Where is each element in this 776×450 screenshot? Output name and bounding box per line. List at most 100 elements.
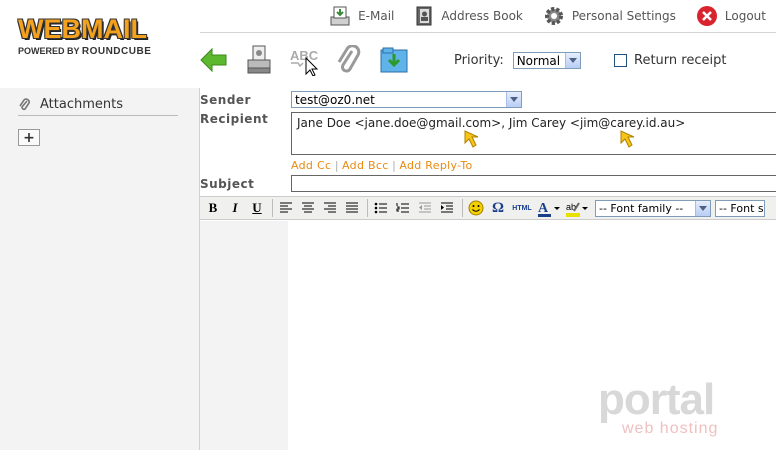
priority-label: Priority: [454,53,504,68]
nav-address-book[interactable]: Address Book [414,6,523,26]
send-button[interactable] [243,44,275,76]
font-family-value: -- Font family -- [599,201,684,215]
svg-text:A: A [538,201,549,216]
svg-text:ABC: ABC [290,48,319,63]
nav-logout[interactable]: Logout [696,5,766,27]
text-color-button[interactable]: A [536,198,562,218]
editor-left-panel [200,221,288,450]
attachments-divider [18,115,178,116]
attachments-label: Attachments [40,97,123,112]
indent-button[interactable] [437,198,457,218]
background-color-button[interactable]: ab [564,198,590,218]
spellcheck-icon: ABC [290,48,319,76]
sender-value: test@oz0.net [295,92,375,107]
chevron-down-icon [506,92,521,107]
return-receipt-control: Return receipt [614,53,726,68]
priority-control: Priority: Normal [454,52,581,69]
save-button[interactable] [378,44,410,76]
compose-toolbar: ABC [198,42,423,78]
link-separator: | [334,159,339,172]
text-color-icon: A [538,201,560,217]
nav-personal-settings-label: Personal Settings [571,9,676,23]
chevron-down-icon [564,53,580,68]
add-bcc-link[interactable]: Add Bcc [342,159,389,172]
pointer-hint-icon [620,130,635,148]
add-attachment-button[interactable]: + [18,129,40,146]
watermark-brand: portal [598,375,715,424]
gear-icon [544,7,563,25]
html-source-button[interactable]: HTML [510,198,534,218]
smiley-icon [468,200,484,216]
webmail-logo: WEBMAIL POWERED BY ROUNDCUBE [18,14,183,64]
font-size-value: -- Font s [719,201,764,215]
paperclip-icon [19,97,30,110]
subject-label: Subject [200,177,255,191]
address-book-icon [416,6,432,26]
recipient-label: Recipient [200,112,269,126]
recipient-field[interactable]: Jane Doe <jane.doe@gmail.com>, Jim Carey… [291,112,776,155]
nav-logout-label: Logout [724,9,766,23]
numbered-list-button[interactable] [393,198,413,218]
nav-personal-settings[interactable]: Personal Settings [543,5,676,27]
nav-address-book-label: Address Book [441,9,523,23]
attach-icon [337,45,361,73]
back-button[interactable] [198,44,230,76]
add-cc-link[interactable]: Add Cc [291,159,331,172]
nav-email-label: E-Mail [358,9,395,23]
align-right-icon [324,202,336,213]
attachments-sidebar: Attachments + [0,88,200,450]
email-icon [330,6,350,26]
chevron-down-icon [695,200,710,216]
outdent-icon [419,202,431,213]
logo-powered-by: POWERED BY [18,46,80,56]
top-navigation: E-Mail Address Book Personal Settings Lo… [309,4,766,28]
link-separator: | [392,159,396,172]
font-size-select[interactable]: -- Font s [715,199,765,217]
align-right-button[interactable] [320,198,340,218]
header-divider [200,32,776,33]
bullet-list-button[interactable] [371,198,391,218]
align-left-icon [280,202,292,213]
logout-icon [696,6,717,26]
underline-button[interactable]: U [247,198,267,218]
numbered-list-icon [396,203,409,213]
italic-button[interactable]: I [225,198,245,218]
outdent-button[interactable] [415,198,435,218]
back-icon [200,47,227,73]
nav-email[interactable]: E-Mail [329,6,394,26]
align-center-icon [302,202,314,213]
bold-button[interactable]: B [203,198,223,218]
highlight-icon: ab [566,202,588,217]
add-reply-to-link[interactable]: Add Reply-To [399,159,472,172]
pointer-hint-icon [464,130,479,148]
font-family-select[interactable]: -- Font family -- [595,199,711,217]
toolbar-separator [462,199,463,217]
header-field-links: Add Cc | Add Bcc | Add Reply-To [291,159,473,172]
bullet-list-icon [374,202,387,214]
toolbar-separator [272,199,273,217]
sender-label: Sender [200,93,251,107]
priority-value: Normal [516,53,561,68]
spellcheck-button[interactable]: ABC [288,44,320,76]
toolbar-separator [367,199,368,217]
align-center-button[interactable] [298,198,318,218]
emoticon-button[interactable] [466,198,486,218]
align-justify-button[interactable] [342,198,362,218]
logo-subtitle: POWERED BY ROUNDCUBE [18,46,183,57]
priority-select[interactable]: Normal [512,52,581,69]
subject-input[interactable] [291,175,776,192]
sender-select[interactable]: test@oz0.net [291,91,522,108]
logo-brand: ROUNDCUBE [81,46,152,57]
return-receipt-label: Return receipt [634,53,727,68]
send-icon [247,45,271,74]
editor-toolbar: B I U Ω HTML A ab -- Font family -- -- F… [200,196,776,220]
special-char-button[interactable]: Ω [488,198,508,218]
align-left-button[interactable] [276,198,296,218]
save-icon [380,47,408,73]
return-receipt-checkbox[interactable] [614,54,627,67]
watermark-tagline: web hosting [622,420,719,437]
attach-button[interactable] [333,44,365,76]
logo-title: WEBMAIL [18,14,147,44]
portal-watermark: portal web hosting [598,378,748,442]
attachments-header: Attachments [18,97,123,112]
